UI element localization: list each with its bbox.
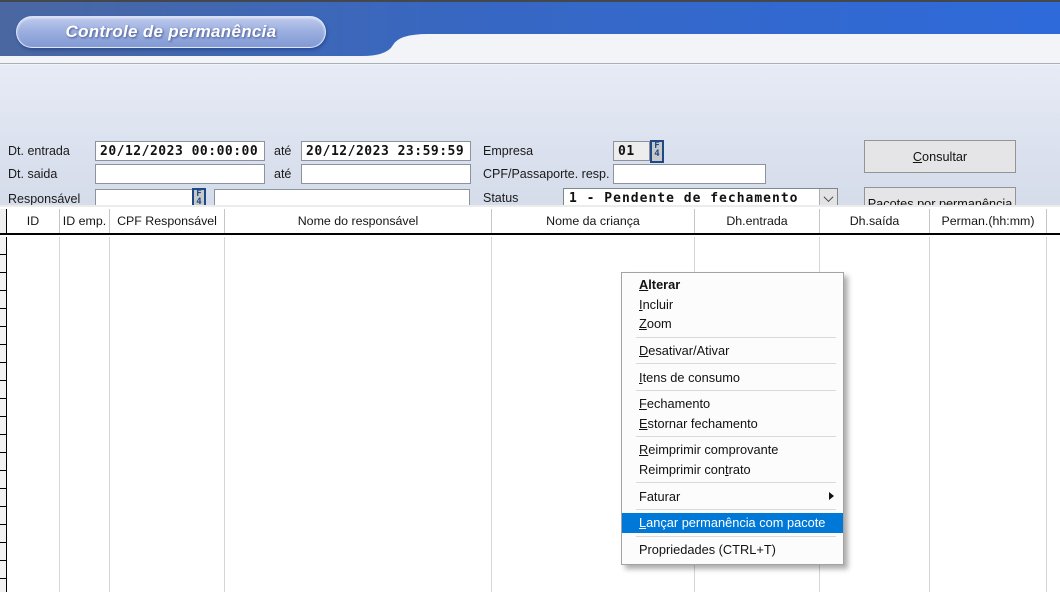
responsavel-label: Responsável (8, 192, 80, 206)
filter-form: Dt. entrada Dt. saida Responsável Crianç… (0, 65, 1060, 205)
grid-body[interactable] (0, 237, 1060, 592)
menu-separator (636, 436, 836, 437)
menu-item-reimprimir-contrato[interactable]: Reimprimir contrato (622, 460, 843, 480)
grid-column-perman (930, 237, 1047, 592)
grid-column-id-emp (60, 237, 110, 592)
cpf-label: CPF/Passaporte. resp. (483, 167, 609, 181)
row-indicator-cell (0, 237, 6, 255)
status-label: Status (483, 191, 518, 205)
results-grid: ID ID emp. CPF Responsável Nome do respo… (0, 205, 1060, 592)
column-header-nome-crianca[interactable]: Nome da criança (492, 209, 695, 233)
row-indicator-cell (0, 327, 6, 345)
menu-separator (636, 337, 836, 338)
row-indicator-cell (0, 489, 6, 507)
row-indicator-cell (0, 255, 6, 273)
empresa-f4-button[interactable]: F4 (650, 140, 664, 163)
chevron-down-icon (824, 192, 834, 202)
column-header-nome-responsavel[interactable]: Nome do responsável (225, 209, 492, 233)
row-indicator-column (0, 237, 7, 592)
menu-separator (636, 509, 836, 510)
menu-separator (636, 363, 836, 364)
cpf-input[interactable] (613, 164, 766, 184)
grid-header-row: ID ID emp. CPF Responsável Nome do respo… (0, 209, 1060, 235)
row-indicator-cell (0, 525, 6, 543)
menu-item-desativar-ativar[interactable]: Desativar/Ativar (622, 341, 843, 361)
row-indicator-cell (0, 435, 6, 453)
dt-saida-until-label: até (274, 167, 291, 181)
menu-item-fechamento[interactable]: Fechamento (622, 394, 843, 414)
row-indicator-cell (0, 453, 6, 471)
menu-separator (636, 390, 836, 391)
column-header-cpf[interactable]: CPF Responsável (110, 209, 225, 233)
grid-column-id (7, 237, 60, 592)
menu-item-incluir[interactable]: Incluir (622, 295, 843, 315)
menu-item-alterar[interactable]: Alterar (622, 275, 843, 295)
dt-saida-label: Dt. saida (8, 167, 57, 181)
empresa-input[interactable]: 01 (613, 141, 650, 161)
column-header-perman[interactable]: Perman.(hh:mm) (930, 209, 1047, 233)
menu-item-lancar-permanencia-com-pacote[interactable]: Lançar permanência com pacote (622, 513, 843, 533)
menu-item-faturar[interactable]: Faturar (622, 486, 843, 506)
empresa-label: Empresa (483, 144, 533, 158)
page-title: Controle de permanência (16, 16, 326, 48)
banner: Controle de permanência (0, 2, 1060, 64)
menu-item-itens-de-consumo[interactable]: Itens de consumo (622, 367, 843, 387)
grid-column-cpf (110, 237, 225, 592)
submenu-arrow-icon (829, 492, 834, 500)
menu-item-zoom[interactable]: Zoom (622, 314, 843, 334)
dt-saida-from-input[interactable] (95, 164, 265, 184)
row-indicator-cell (0, 345, 6, 363)
context-menu: Alterar Incluir Zoom Desativar/Ativar It… (621, 272, 844, 565)
row-indicator-cell (0, 381, 6, 399)
dt-entrada-until-label: até (274, 144, 291, 158)
column-header-dh-entrada[interactable]: Dh.entrada (695, 209, 820, 233)
row-indicator-cell (0, 291, 6, 309)
column-header-id-emp[interactable]: ID emp. (60, 209, 110, 233)
row-indicator-cell (0, 543, 6, 561)
row-indicator-cell (0, 417, 6, 435)
menu-item-reimprimir-comprovante[interactable]: Reimprimir comprovante (622, 440, 843, 460)
consultar-button[interactable]: Consultar (864, 140, 1016, 173)
dt-entrada-from-input[interactable]: 20/12/2023 00:00:00 (95, 141, 265, 161)
column-header-id[interactable]: ID (7, 209, 60, 233)
dt-entrada-label: Dt. entrada (8, 144, 70, 158)
menu-item-estornar-fechamento[interactable]: Estornar fechamento (622, 414, 843, 434)
row-indicator-cell (0, 471, 6, 489)
dt-saida-to-input[interactable] (301, 164, 471, 184)
row-indicator-cell (0, 273, 6, 291)
page-title-text: Controle de permanência (66, 22, 277, 42)
row-indicator-cell (0, 399, 6, 417)
row-indicator-cell (0, 363, 6, 381)
row-indicator-header (0, 209, 7, 233)
row-indicator-cell (0, 561, 6, 579)
grid-column-nome-responsavel (225, 237, 492, 592)
row-indicator-cell (0, 579, 6, 592)
menu-separator (636, 536, 836, 537)
column-header-dh-saida[interactable]: Dh.saída (820, 209, 930, 233)
row-indicator-cell (0, 507, 6, 525)
dt-entrada-to-input[interactable]: 20/12/2023 23:59:59 (301, 141, 471, 161)
row-indicator-cell (0, 309, 6, 327)
menu-separator (636, 482, 836, 483)
menu-item-propriedades[interactable]: Propriedades (CTRL+T) (622, 540, 843, 560)
